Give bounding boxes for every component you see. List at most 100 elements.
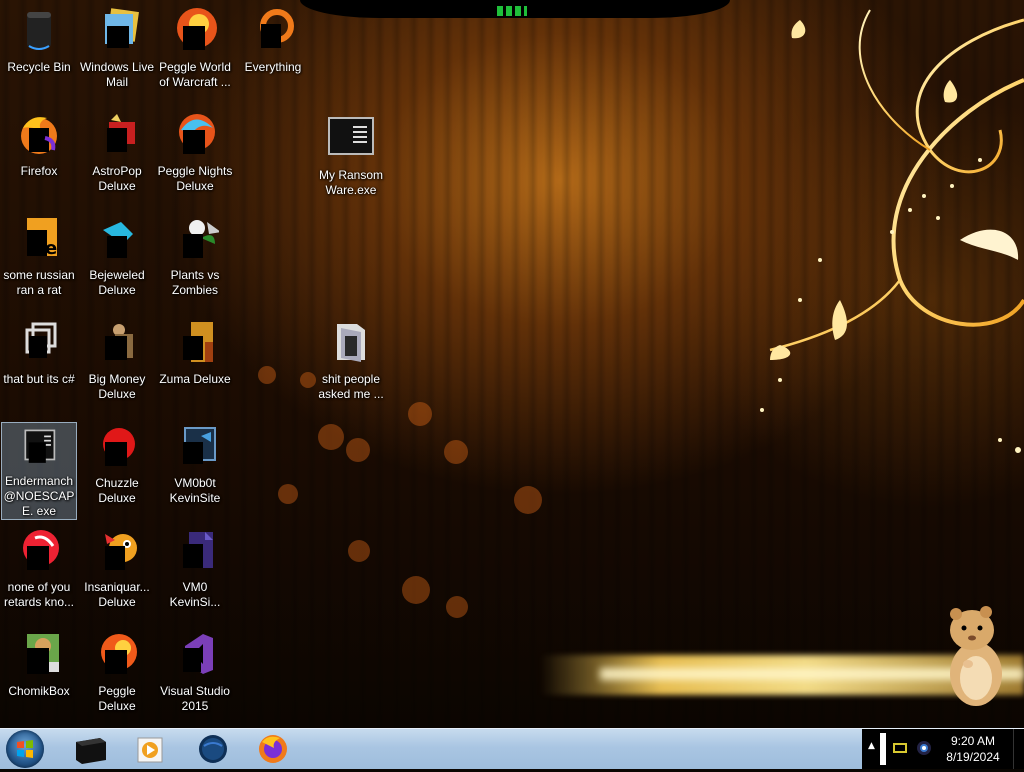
vm-icon: [183, 427, 216, 464]
desktop-icon-visual-studio-2015[interactable]: Visual Studio 2015: [157, 626, 233, 724]
desktop-icon-big-money[interactable]: Big Money Deluxe: [79, 314, 155, 412]
icon-label: Plants vs Zombies: [170, 268, 220, 297]
desktop-icon-chomikbox[interactable]: ChomikBox: [1, 626, 77, 724]
plant-icon: [183, 220, 219, 258]
gem-icon: [103, 222, 133, 258]
desktop-icon-windows-live-mail[interactable]: Windows Live Mail: [79, 2, 155, 100]
clock-time: 9:20 AM: [950, 734, 996, 748]
bokeh-light: [346, 438, 370, 462]
terminal-box-icon: [76, 738, 106, 764]
windows-logo-icon: [17, 740, 33, 758]
bokeh-light: [402, 576, 430, 604]
taskbar-pinned-terminal[interactable]: [72, 732, 110, 766]
folder-icon: [337, 324, 365, 362]
desktop-icon-everything[interactable]: Everything: [235, 2, 311, 100]
desktop-icon-endermanch-noescape[interactable]: Endermanch @NOESCAPE. exe: [1, 422, 77, 520]
desktop-icon-some-russian-ran-a-rat[interactable]: e some russian ran a rat: [1, 210, 77, 308]
speaker-volume-icon[interactable]: [916, 740, 932, 756]
icon-label: Everything: [244, 60, 302, 74]
icon-label: VM0 KevinSi...: [169, 580, 221, 609]
application-window-icon: [328, 117, 374, 155]
globe-icon: [199, 735, 227, 763]
icon-label: Visual Studio 2015: [160, 684, 230, 713]
golden-swirl-ornament: [760, 9, 1024, 453]
hamster-app-icon: [27, 634, 59, 674]
bokeh-light: [278, 484, 298, 504]
recycle-bin-icon: [27, 12, 51, 50]
exe-file-icon: e: [27, 218, 57, 259]
bokeh-light: [514, 486, 542, 514]
icon-label: Zuma Deluxe: [159, 372, 231, 386]
bokeh-light: [318, 424, 344, 450]
svg-text:e: e: [45, 238, 57, 259]
icon-label: shit people asked me ...: [318, 372, 384, 401]
peggle-icon: [177, 8, 217, 50]
taskbar-pinned-globe[interactable]: [194, 732, 232, 766]
desktop-icon-insaniquarium[interactable]: Insaniquar... Deluxe: [79, 522, 155, 620]
tray-flag-icon[interactable]: [892, 741, 908, 755]
tray-divider: [880, 733, 886, 765]
bokeh-light: [348, 540, 370, 562]
taskbar: ▲ 9:20 AM 8/19/2024: [0, 728, 1024, 769]
vm-file-icon: [183, 532, 213, 568]
icon-label: Firefox: [20, 164, 58, 178]
desktop-icon-peggle-nights[interactable]: Peggle Nights Deluxe: [157, 106, 233, 204]
peggle-icon: [101, 634, 137, 674]
desktop-icon-vm0b0t-kevinsite[interactable]: VM0b0t KevinSite: [157, 418, 233, 516]
icon-label: none of you retards kno...: [3, 580, 75, 609]
desktop-icon-recycle-bin[interactable]: Recycle Bin: [1, 2, 77, 100]
system-clock[interactable]: 9:20 AM 8/19/2024: [940, 733, 1006, 765]
bokeh-light: [258, 366, 276, 384]
icon-label: Peggle World of Warcraft ...: [159, 60, 231, 89]
firefox-icon: [259, 735, 287, 763]
desktop-icon-bejeweled[interactable]: Bejeweled Deluxe: [79, 210, 155, 308]
desktop-icon-firefox-shortcut[interactable]: Firefox: [1, 106, 77, 204]
icon-label: My Ransom Ware.exe: [318, 168, 383, 197]
icon-label: Chuzzle Deluxe: [95, 476, 139, 505]
desktop-icon-peggle-wow[interactable]: Peggle World of Warcraft ...: [157, 2, 233, 100]
icon-label: Endermanch @NOESCAPE. exe: [3, 474, 75, 518]
icon-label: AstroPop Deluxe: [92, 164, 142, 193]
desktop-icon-plants-vs-zombies[interactable]: Plants vs Zombies: [157, 210, 233, 308]
icon-label: Bejeweled Deluxe: [89, 268, 145, 297]
clock-date: 8/19/2024: [946, 750, 1000, 764]
zuma-icon: [183, 322, 213, 362]
chuzzle-icon: [103, 428, 135, 466]
icon-label: Big Money Deluxe: [88, 372, 146, 401]
desktop-icon-folder[interactable]: shit people asked me ...: [313, 314, 389, 412]
big-money-icon: [105, 324, 133, 360]
desktop-icon-that-but-its-csharp[interactable]: that but its c#: [1, 314, 77, 412]
desktop-icon-my-ransomware[interactable]: My Ransom Ware.exe: [313, 110, 389, 208]
bokeh-light: [408, 402, 432, 426]
desktop-icon-zuma[interactable]: Zuma Deluxe: [157, 314, 233, 412]
icon-label: VM0b0t KevinSite: [169, 476, 221, 505]
icon-label: that but its c#: [3, 372, 75, 386]
peggle-nights-icon: [179, 114, 215, 154]
mail-icon: [105, 8, 139, 48]
desktop-icon-vm0-kevinsite[interactable]: VM0 KevinSi...: [157, 522, 233, 620]
application-window-icon: [24, 429, 56, 463]
visual-studio-icon: [183, 634, 213, 674]
media-player-icon: [137, 737, 163, 763]
start-button[interactable]: [6, 730, 44, 768]
shortcut-icon: [25, 322, 57, 358]
desktop-icon-chuzzle[interactable]: Chuzzle Deluxe: [79, 418, 155, 516]
everything-search-icon: [260, 9, 294, 48]
show-desktop-button[interactable]: [1013, 729, 1024, 769]
taskbar-pinned-media-player[interactable]: [130, 732, 168, 766]
icon-label: Recycle Bin: [7, 60, 71, 74]
taskbar-pinned-firefox[interactable]: [254, 732, 292, 766]
desktop-icon-peggle-deluxe[interactable]: Peggle Deluxe: [79, 626, 155, 724]
astropop-icon: [107, 114, 135, 152]
show-hidden-icons-button[interactable]: ▲: [868, 741, 875, 751]
red-swirl-app-icon: [23, 530, 59, 570]
desktop-icon-none-of-you[interactable]: none of you retards kno...: [1, 522, 77, 620]
bokeh-light: [444, 440, 468, 464]
hamster-desktop-pet[interactable]: [942, 604, 1008, 708]
icon-label: Insaniquar... Deluxe: [84, 580, 150, 609]
wallpaper-green-lights: [497, 6, 527, 16]
bokeh-light: [446, 596, 468, 618]
icon-label: Windows Live Mail: [79, 60, 155, 89]
desktop-icon-astropop[interactable]: AstroPop Deluxe: [79, 106, 155, 204]
icon-label: Peggle Deluxe: [98, 684, 136, 713]
